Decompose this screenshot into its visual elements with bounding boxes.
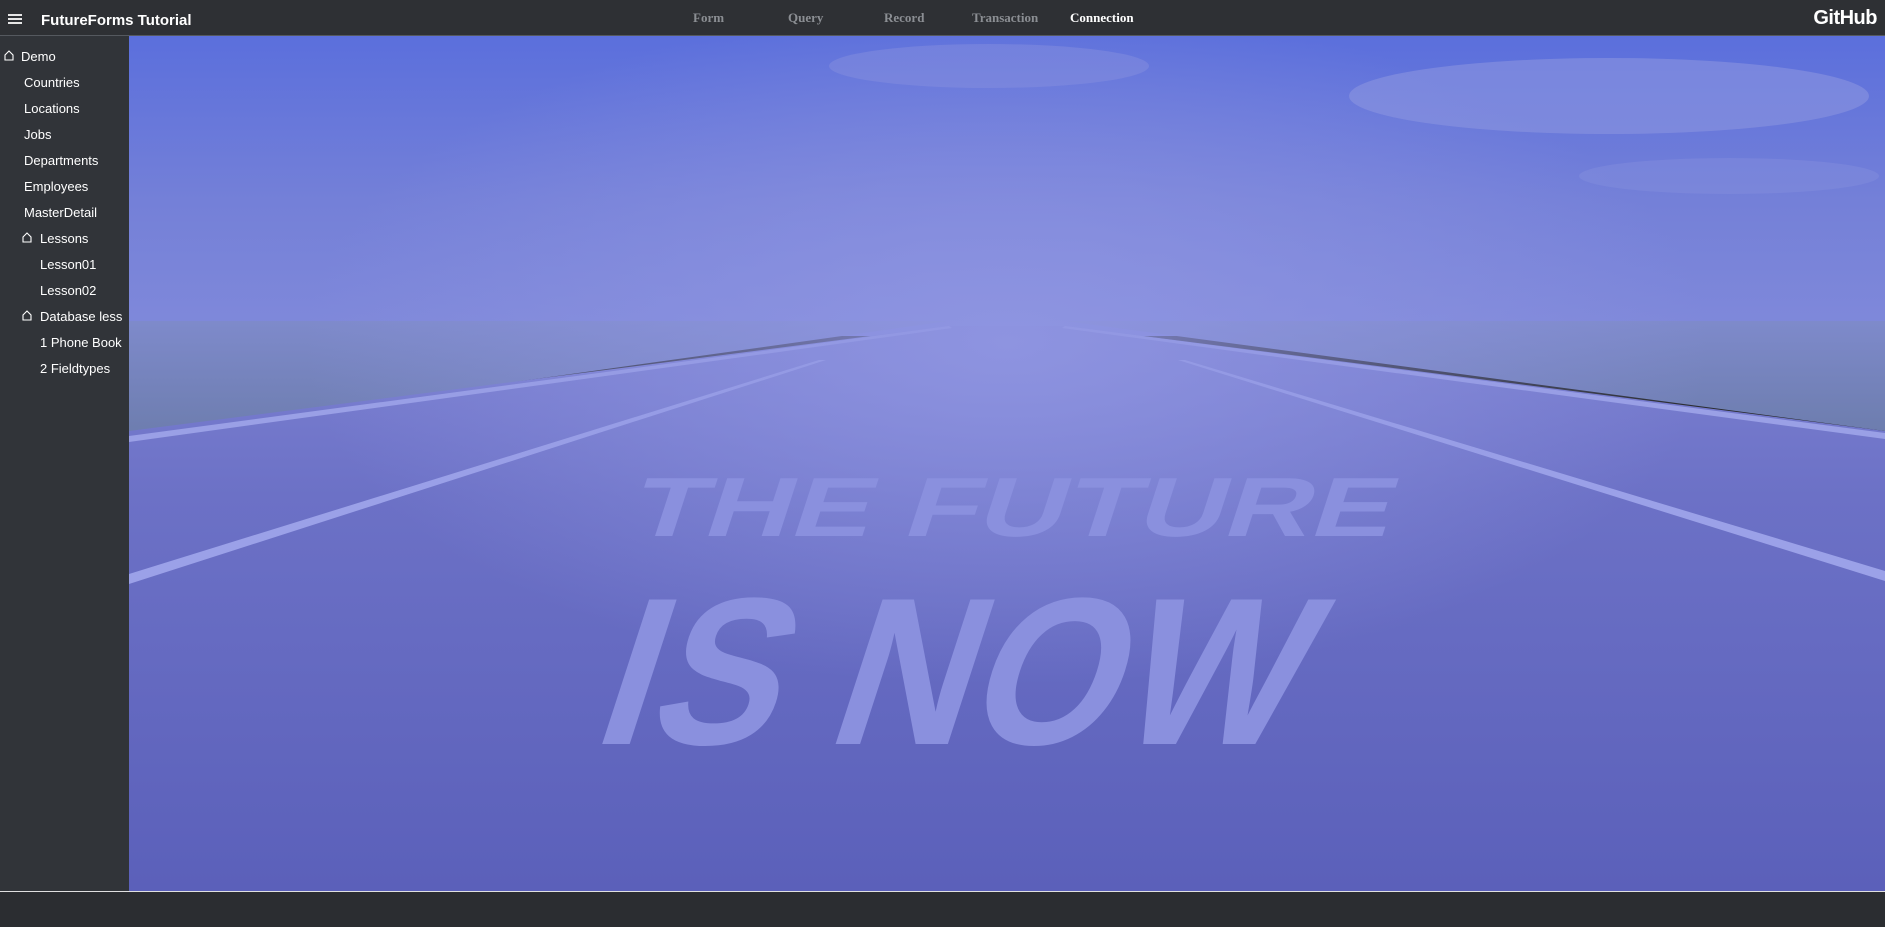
nav-transaction[interactable]: Transaction xyxy=(972,10,1038,26)
sidebar-item-departments[interactable]: Departments xyxy=(24,153,98,168)
hamburger-menu-icon[interactable] xyxy=(8,14,22,24)
top-bar: FutureForms Tutorial Form Query Record T… xyxy=(0,0,1885,36)
sidebar-item-demo[interactable]: Demo xyxy=(21,49,56,64)
hero-line-1: THE FUTURE xyxy=(621,461,1411,555)
sidebar: Demo Countries Locations Jobs Department… xyxy=(0,36,129,891)
sidebar-item-jobs[interactable]: Jobs xyxy=(24,127,51,142)
sidebar-item-fieldtypes[interactable]: 2 Fieldtypes xyxy=(40,361,110,376)
sidebar-item-lesson02[interactable]: Lesson02 xyxy=(40,283,96,298)
sidebar-item-locations[interactable]: Locations xyxy=(24,101,80,116)
hero-image: THE FUTURE IS NOW xyxy=(129,36,1885,891)
folder-home-icon xyxy=(22,232,32,243)
nav-query[interactable]: Query xyxy=(788,10,823,26)
sidebar-item-lesson01[interactable]: Lesson01 xyxy=(40,257,96,272)
folder-home-icon xyxy=(22,310,32,321)
sidebar-item-database-less[interactable]: Database less xyxy=(40,309,122,324)
hero-line-2: IS NOW xyxy=(575,554,1352,789)
sidebar-item-lessons[interactable]: Lessons xyxy=(40,231,88,246)
sidebar-item-employees[interactable]: Employees xyxy=(24,179,88,194)
app-title: FutureForms Tutorial xyxy=(41,12,192,29)
hero-panel: THE FUTURE IS NOW xyxy=(129,36,1885,891)
github-link[interactable]: GitHub xyxy=(1813,7,1877,30)
nav-record[interactable]: Record xyxy=(884,10,924,26)
top-nav: Form Query Record Transaction Connection xyxy=(0,0,1885,36)
nav-form[interactable]: Form xyxy=(693,10,724,26)
sidebar-item-masterdetail[interactable]: MasterDetail xyxy=(24,205,97,220)
bottom-bar xyxy=(0,891,1885,927)
sidebar-item-phone-book[interactable]: 1 Phone Book xyxy=(40,335,122,350)
nav-connection[interactable]: Connection xyxy=(1070,10,1134,26)
road-marking-text: THE FUTURE IS NOW xyxy=(575,461,1412,789)
folder-home-icon xyxy=(4,50,14,61)
sidebar-item-countries[interactable]: Countries xyxy=(24,75,80,90)
